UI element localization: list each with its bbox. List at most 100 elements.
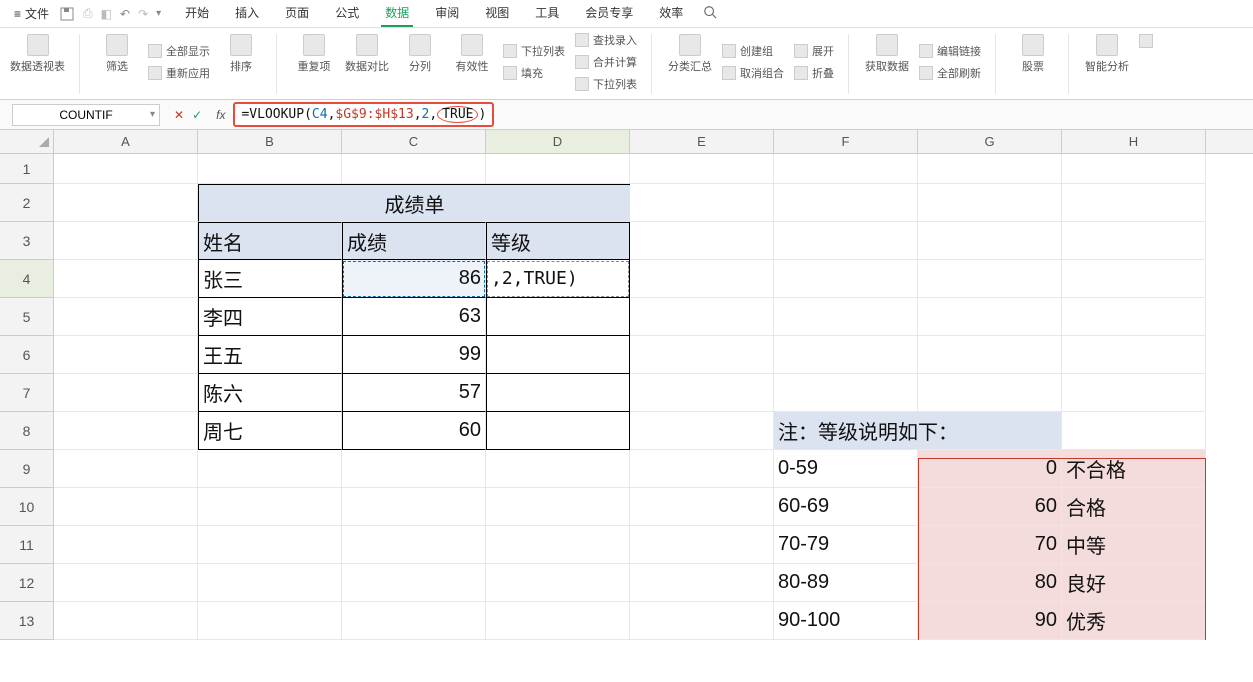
cell-H7[interactable] [1062,374,1206,412]
tab-review[interactable]: 审阅 [431,0,463,27]
cell-C7[interactable]: 57 [342,374,486,412]
subtotal-button[interactable]: 分类汇总 [668,34,712,74]
cell-E8[interactable] [630,412,774,450]
cell-A10[interactable] [54,488,198,526]
col-header-F[interactable]: F [774,130,918,153]
print-icon[interactable]: ⎙ [83,6,93,21]
cell-H1[interactable] [1062,154,1206,184]
cell-C1[interactable] [342,154,486,184]
col-header-E[interactable]: E [630,130,774,153]
cell-A9[interactable] [54,450,198,488]
cell-D4[interactable]: ,2,TRUE) [486,260,630,298]
col-header-A[interactable]: A [54,130,198,153]
cell-B5[interactable]: 李四 [198,298,342,336]
cell-G1[interactable] [918,154,1062,184]
redo-icon[interactable]: ↷ [138,7,148,21]
cell-E11[interactable] [630,526,774,564]
cell-H6[interactable] [1062,336,1206,374]
tab-start[interactable]: 开始 [181,0,213,27]
show-all-button[interactable]: 全部显示 [148,43,210,59]
file-menu[interactable]: ≡ 文件 [8,5,55,22]
to-column-button[interactable]: 下拉列表 [575,76,637,92]
cell-E9[interactable] [630,450,774,488]
cell-H10[interactable]: 合格 [1062,488,1206,526]
tab-page[interactable]: 页面 [281,0,313,27]
undo-icon[interactable]: ↶ [120,7,130,21]
cancel-formula-icon[interactable]: ✕ [174,108,184,122]
col-header-H[interactable]: H [1062,130,1206,153]
cell-H12[interactable]: 良好 [1062,564,1206,602]
row-header-12[interactable]: 12 [0,564,54,602]
row-header-5[interactable]: 5 [0,298,54,336]
data-compare-button[interactable]: 数据对比 [345,34,389,74]
cell-G12[interactable]: 80 [918,564,1062,602]
lookup-insert-button[interactable]: 查找录入 [575,32,637,48]
cell-B6[interactable]: 王五 [198,336,342,374]
cell-E12[interactable] [630,564,774,602]
more-button[interactable] [1139,34,1153,48]
cell-C13[interactable] [342,602,486,640]
cell-A2[interactable] [54,184,198,222]
cell-D5[interactable] [486,298,630,336]
row-header-6[interactable]: 6 [0,336,54,374]
cell-C8[interactable]: 60 [342,412,486,450]
cell-B3[interactable]: 姓名 [198,222,342,260]
sort-button[interactable]: 排序 [220,34,262,74]
dropdown-list-button[interactable]: 下拉列表 [503,43,565,59]
cell-G4[interactable] [918,260,1062,298]
cell-D1[interactable] [486,154,630,184]
stock-button[interactable]: 股票 [1012,34,1054,74]
cell-H4[interactable] [1062,260,1206,298]
cell-A1[interactable] [54,154,198,184]
cell-D13[interactable] [486,602,630,640]
smart-analyze-button[interactable]: 智能分析 [1085,34,1129,74]
ungroup-button[interactable]: 取消组合 [722,65,784,81]
cell-B9[interactable] [198,450,342,488]
reapply-button[interactable]: 重新应用 [148,65,210,81]
cell-F12[interactable]: 80-89 [774,564,918,602]
cell-A6[interactable] [54,336,198,374]
cell-A7[interactable] [54,374,198,412]
split-column-button[interactable]: 分列 [399,34,441,74]
cell-C5[interactable]: 63 [342,298,486,336]
row-header-13[interactable]: 13 [0,602,54,640]
save-icon[interactable] [59,6,75,22]
cell-F2[interactable] [774,184,918,222]
cell-A3[interactable] [54,222,198,260]
col-header-C[interactable]: C [342,130,486,153]
cell-G6[interactable] [918,336,1062,374]
cell-B2-merged-title[interactable]: 成绩单 [198,184,630,222]
select-all-corner[interactable] [0,130,54,153]
cell-E3[interactable] [630,222,774,260]
cell-E1[interactable] [630,154,774,184]
cell-G2[interactable] [918,184,1062,222]
cell-E10[interactable] [630,488,774,526]
cell-H13[interactable]: 优秀 [1062,602,1206,640]
print-preview-icon[interactable]: ◧ [101,7,112,21]
cell-A11[interactable] [54,526,198,564]
cell-E2[interactable] [630,184,774,222]
col-header-G[interactable]: G [918,130,1062,153]
pivot-table-button[interactable]: 数据透视表 [10,34,65,74]
cell-B13[interactable] [198,602,342,640]
validity-button[interactable]: 有效性 [451,34,493,74]
cell-F11[interactable]: 70-79 [774,526,918,564]
cell-D12[interactable] [486,564,630,602]
tab-insert[interactable]: 插入 [231,0,263,27]
cell-H2[interactable] [1062,184,1206,222]
cell-H8[interactable] [1062,412,1206,450]
tab-view[interactable]: 视图 [481,0,513,27]
cell-F9[interactable]: 0-59 [774,450,918,488]
expand-button[interactable]: 展开 [794,43,834,59]
cell-A5[interactable] [54,298,198,336]
accept-formula-icon[interactable]: ✓ [192,108,202,122]
cell-G9[interactable]: 0 [918,450,1062,488]
cell-A4[interactable] [54,260,198,298]
row-header-9[interactable]: 9 [0,450,54,488]
row-header-10[interactable]: 10 [0,488,54,526]
tab-formula[interactable]: 公式 [331,0,363,27]
cell-H3[interactable] [1062,222,1206,260]
tab-data[interactable]: 数据 [381,0,413,27]
tab-tools[interactable]: 工具 [531,0,563,27]
search-icon[interactable] [703,5,717,22]
